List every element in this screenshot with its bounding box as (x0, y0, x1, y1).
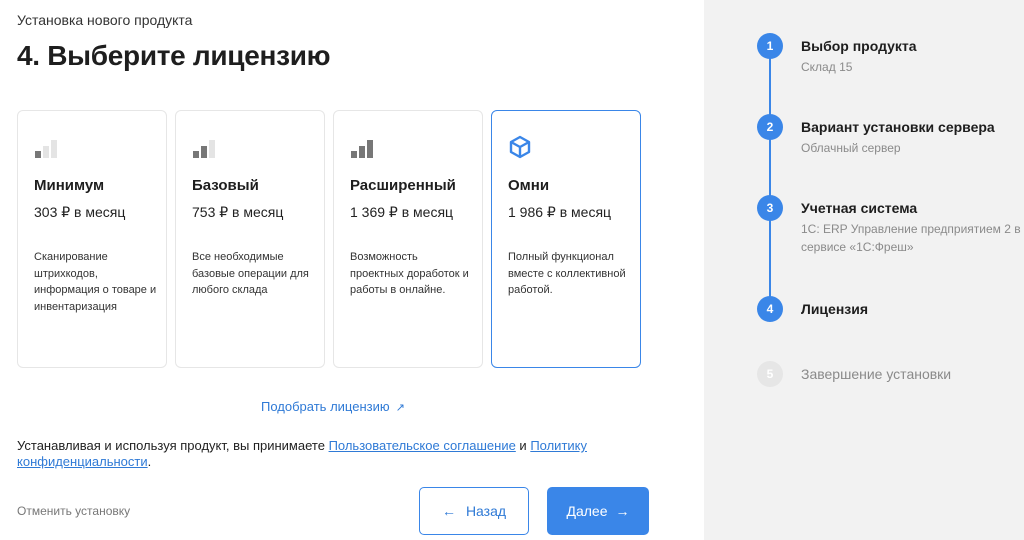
step-number: 3 (757, 195, 783, 221)
page-subtitle: Установка нового продукта (17, 12, 193, 28)
step-name: Учетная система (801, 200, 918, 216)
license-card-minimum[interactable]: Минимум 303 ₽ в месяц Сканирование штрих… (17, 110, 167, 368)
card-price: 753 ₽ в месяц (192, 204, 284, 220)
step-name: Завершение установки (801, 366, 952, 382)
card-price: 303 ₽ в месяц (34, 204, 126, 220)
step-description: Облачный сервер (801, 141, 901, 155)
arrow-up-right-icon: ↗ (395, 402, 405, 414)
card-description: Сканирование штрихкодов, информация о то… (34, 251, 157, 313)
step-name: Вариант установки сервера (801, 119, 995, 135)
pick-license-label: Подобрать лицензию (261, 399, 390, 414)
signal-2-bars-icon (193, 140, 215, 158)
step-name: Лицензия (801, 301, 869, 317)
card-description: Полный функционал вместе с коллективной … (508, 251, 626, 296)
card-description: Возможность проектных доработок и работы… (350, 251, 469, 296)
steps-sidebar (704, 0, 1024, 540)
pick-license-link[interactable]: Подобрать лицензию ↗ (261, 399, 405, 414)
step-description: 1С: ERP Управление предприятием 2 в серв… (801, 222, 1021, 254)
step-number: 5 (757, 361, 783, 387)
license-card-omni[interactable]: Омни 1 986 ₽ в месяц Полный функционал в… (491, 110, 641, 368)
license-card-extended[interactable]: Расширенный 1 369 ₽ в месяц Возможность … (333, 110, 483, 368)
back-button-label: Назад (465, 503, 507, 519)
back-button[interactable]: ← Назад (419, 487, 529, 535)
signal-3-bars-icon (351, 140, 373, 158)
step-number: 4 (757, 296, 783, 322)
step-number: 2 (757, 114, 783, 140)
next-button-label: Далее (566, 503, 608, 519)
user-agreement-link[interactable]: Пользовательское соглашение (329, 438, 516, 453)
next-button[interactable]: Далее → (547, 487, 649, 535)
card-description: Все необходимые базовые операции для люб… (192, 251, 309, 296)
main-panel: Установка нового продукта 4. Выберите ли… (0, 0, 704, 540)
page-title: 4. Выберите лицензию (17, 40, 331, 71)
signal-1-bar-icon (35, 140, 57, 158)
step-number: 1 (757, 33, 783, 59)
step-description: Склад 15 (801, 60, 853, 74)
step-name: Выбор продукта (801, 38, 917, 54)
card-name: Базовый (192, 177, 259, 194)
agreement-middle: и (515, 438, 531, 453)
agreement-prefix: Устанавливая и используя продукт, вы при… (17, 438, 329, 453)
arrow-left-icon: ← (441, 503, 456, 519)
card-name: Расширенный (350, 177, 456, 194)
card-price: 1 369 ₽ в месяц (350, 204, 454, 220)
license-cards: Минимум 303 ₽ в месяц Сканирование штрих… (17, 110, 642, 368)
cube-icon (509, 135, 531, 159)
card-price: 1 986 ₽ в месяц (508, 204, 612, 220)
card-name: Минимум (34, 177, 105, 194)
arrow-right-icon: → (615, 503, 630, 519)
card-name: Омни (508, 177, 550, 194)
license-card-basic[interactable]: Базовый 753 ₽ в месяц Все необходимые ба… (175, 110, 325, 368)
cancel-install-link[interactable]: Отменить установку (17, 504, 130, 518)
agreement-suffix: . (147, 454, 152, 469)
progress-rail (769, 45, 771, 310)
agreement-text: Устанавливая и используя продукт, вы при… (17, 438, 637, 470)
